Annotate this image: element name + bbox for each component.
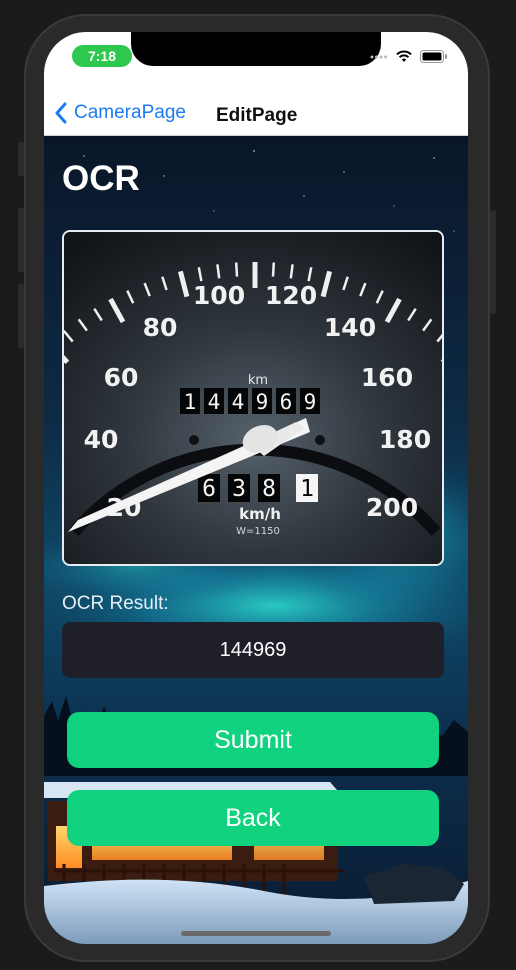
odometer-digit: 6	[280, 390, 293, 414]
spec-label: W=1150	[236, 526, 280, 537]
ocr-result-field[interactable]: 144969	[62, 622, 444, 678]
speed-label: 100	[193, 281, 245, 310]
speed-label: 180	[379, 425, 431, 454]
speed-label: 60	[104, 363, 139, 392]
page-title: OCR	[62, 159, 140, 198]
mute-switch	[18, 142, 24, 176]
speed-label: 120	[265, 281, 317, 310]
back-button[interactable]: Back	[67, 790, 439, 846]
status-icons	[370, 50, 448, 63]
speedometer-image: 20 40 60 80 100 120 140 160 180 200 km 1…	[64, 232, 442, 564]
trip-digit: 8	[262, 476, 276, 502]
battery-icon	[420, 50, 447, 63]
status-bar: 7:18	[44, 32, 468, 92]
captured-image: 20 40 60 80 100 120 140 160 180 200 km 1…	[62, 230, 444, 566]
ocr-result-label: OCR Result:	[62, 593, 169, 614]
trip-digit: 3	[232, 476, 246, 502]
wifi-icon	[396, 50, 412, 62]
gauge-tick	[234, 262, 239, 277]
speed-unit-label: km/h	[239, 505, 281, 523]
submit-button[interactable]: Submit	[67, 712, 439, 768]
odometer-digit: 4	[208, 390, 221, 414]
odometer-digit: 1	[184, 390, 197, 414]
odometer-digit: 9	[256, 390, 269, 414]
gauge-tick	[216, 264, 221, 279]
status-time: 7:18	[72, 45, 132, 67]
speed-label: 200	[366, 493, 418, 522]
odometer-unit-label: km	[248, 373, 268, 388]
home-indicator[interactable]	[181, 931, 331, 936]
speed-label: 40	[84, 425, 119, 454]
back-to-camera-page-link[interactable]: CameraPage	[54, 102, 186, 124]
phone-screen: 7:18 CameraPage EditPage OCR 40 60 80 10…	[44, 32, 468, 944]
nav-title: EditPage	[216, 105, 298, 126]
notch	[131, 32, 381, 66]
speed-label: 140	[324, 313, 376, 342]
volume-up-button	[18, 208, 24, 272]
odometer-digit: 9	[304, 390, 317, 414]
trip-digit: 6	[202, 476, 216, 502]
trip-digit: 1	[300, 476, 314, 502]
back-link-label: CameraPage	[74, 102, 186, 123]
volume-down-button	[18, 284, 24, 348]
gauge-tick	[271, 262, 276, 277]
signal-icon	[370, 55, 387, 58]
chevron-left-icon	[55, 102, 67, 124]
gauge-tick	[289, 264, 294, 279]
navigation-bar: CameraPage EditPage	[44, 92, 468, 136]
gauge-tick	[440, 359, 442, 362]
odometer-digit: 4	[232, 390, 245, 414]
speed-label: 160	[361, 363, 413, 392]
speed-label: 80	[143, 313, 178, 342]
power-button	[490, 210, 496, 314]
